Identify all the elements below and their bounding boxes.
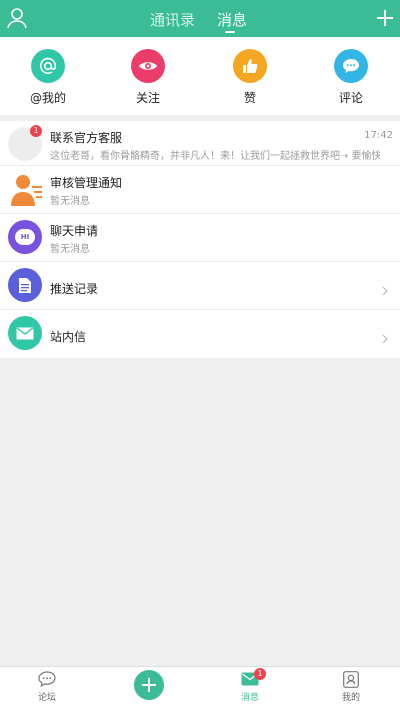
message-preview: 暂无消息 [50, 244, 90, 255]
eye-icon [131, 49, 165, 83]
thumbs-up-icon [233, 49, 267, 83]
quick-actions: @我的 关注 赞 评论 [0, 37, 400, 115]
list-item-chat-request[interactable]: HI 聊天申请 暂无消息 [0, 214, 400, 262]
nav-mine[interactable]: 我的 [326, 670, 376, 703]
message-preview: 暂无消息 [50, 196, 90, 207]
nav-unread-badge: 1 [254, 668, 266, 680]
message-title: 推送记录 [50, 282, 99, 296]
message-preview: 这位老哥，看你骨骼精奇，并非凡人！来！让我们一起拯救世界吧➝ 要愉快的玩... [50, 151, 380, 162]
nav-label: 我的 [341, 693, 360, 703]
compose-plus-button[interactable] [134, 670, 164, 700]
chevron-right-icon [382, 281, 388, 296]
quick-action-follow[interactable]: 关注 [118, 49, 178, 106]
active-tab-indicator [225, 31, 235, 33]
add-icon[interactable] [375, 8, 395, 28]
quick-action-label: 赞 [243, 91, 256, 105]
nav-label: 消息 [240, 693, 259, 703]
quick-action-label: @我的 [29, 91, 66, 105]
top-bar: 通讯录 消息 [0, 0, 400, 37]
message-title: 联系官方客服 [50, 131, 123, 145]
at-icon [31, 49, 65, 83]
list-item-review-notice[interactable]: 审核管理通知 暂无消息 [0, 166, 400, 214]
quick-action-likes[interactable]: 赞 [220, 49, 280, 106]
tab-messages[interactable]: 消息 [217, 9, 247, 30]
message-title: 聊天申请 [50, 224, 99, 238]
unread-badge: 1 [30, 125, 42, 137]
message-time: 17:42 [364, 130, 393, 141]
mail-icon [225, 670, 275, 688]
profile-card-icon [326, 670, 376, 688]
bottom-nav: 论坛 1 消息 我的 [0, 666, 400, 705]
comment-icon [334, 49, 368, 83]
chevron-right-icon [382, 329, 388, 344]
message-title: 站内信 [50, 330, 87, 344]
message-title: 审核管理通知 [50, 176, 123, 190]
quick-action-label: 评论 [338, 91, 363, 105]
plus-icon [142, 678, 156, 692]
nav-forum[interactable]: 论坛 [22, 670, 72, 703]
chat-request-avatar-text: HI [15, 229, 35, 245]
quick-action-at-me[interactable]: @我的 [18, 49, 78, 106]
nav-label: 论坛 [37, 693, 56, 703]
quick-action-label: 关注 [135, 91, 160, 105]
envelope-icon [8, 316, 42, 350]
tab-contacts[interactable]: 通讯录 [150, 9, 195, 30]
person-notice-icon [8, 172, 42, 206]
chat-request-icon: HI [8, 220, 42, 254]
quick-action-comments[interactable]: 评论 [321, 49, 381, 106]
nav-messages[interactable]: 1 消息 [225, 668, 275, 703]
list-item-official-support[interactable]: 1 联系官方客服 这位老哥，看你骨骼精奇，并非凡人！来！让我们一起拯救世界吧➝ … [0, 121, 400, 166]
list-item-inbox[interactable]: 站内信 [0, 310, 400, 358]
message-list: 1 联系官方客服 这位老哥，看你骨骼精奇，并非凡人！来！让我们一起拯救世界吧➝ … [0, 121, 400, 358]
list-item-push-records[interactable]: 推送记录 [0, 262, 400, 310]
user-profile-icon[interactable] [6, 7, 28, 29]
document-icon [8, 268, 42, 302]
forum-icon [22, 670, 72, 688]
